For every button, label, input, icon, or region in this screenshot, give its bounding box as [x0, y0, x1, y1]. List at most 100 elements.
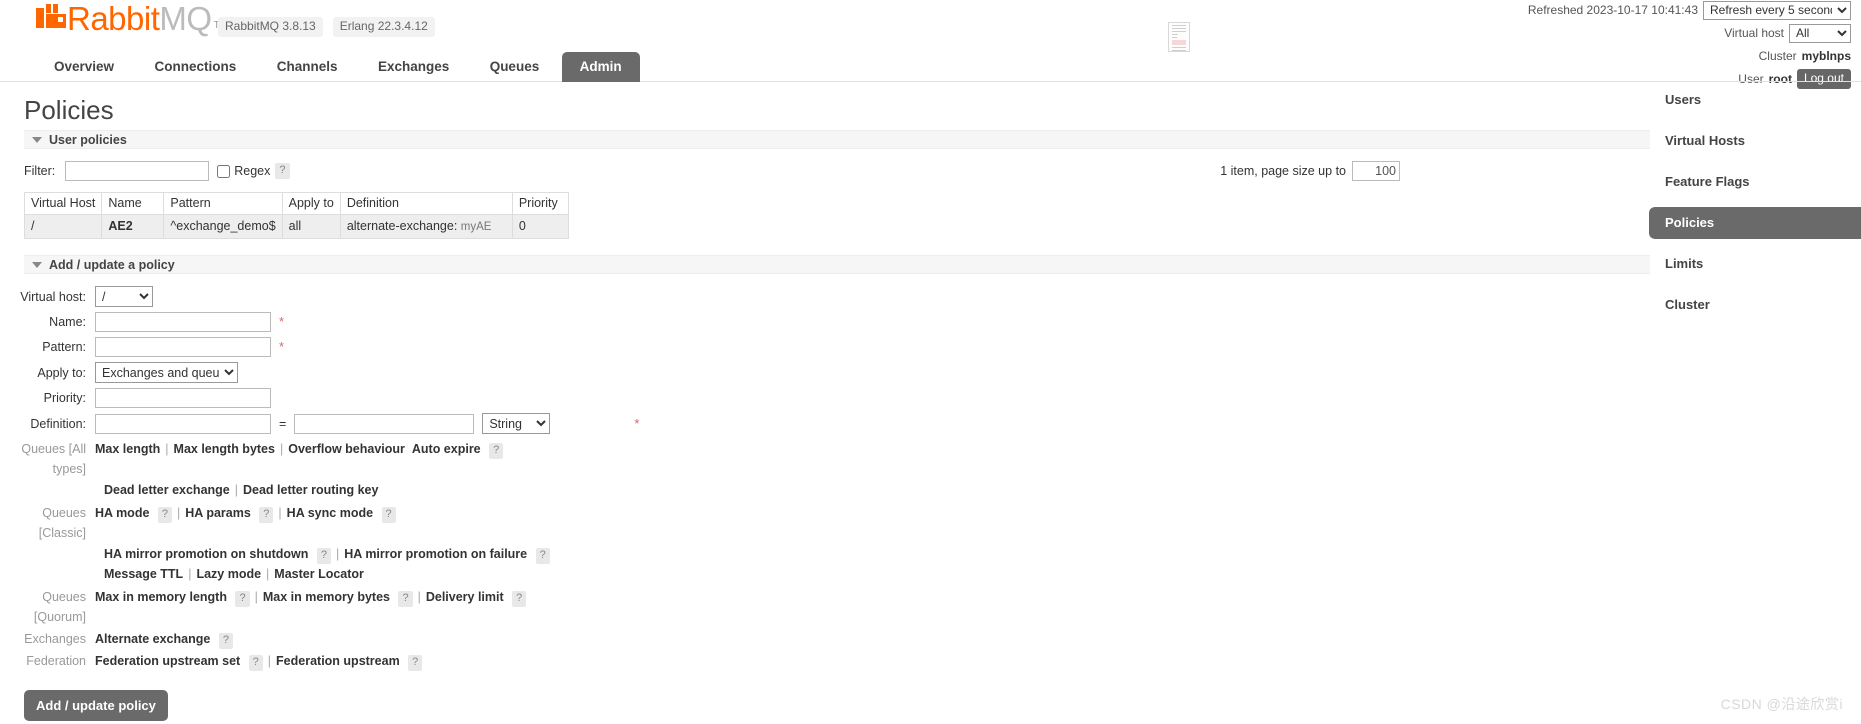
form-row-name: Name: *	[0, 312, 1650, 332]
sidebar-item-users[interactable]: Users	[1649, 84, 1861, 116]
link-lazy-mode[interactable]: Lazy mode	[196, 567, 261, 581]
link-max-length[interactable]: Max length	[95, 442, 160, 456]
tab-admin[interactable]: Admin	[561, 52, 640, 82]
link-dead-letter-routing-key[interactable]: Dead letter routing key	[243, 483, 378, 497]
sidebar-item-virtual-hosts[interactable]: Virtual Hosts	[1649, 125, 1861, 157]
admin-sidebar: Users Virtual Hosts Feature Flags Polici…	[1649, 84, 1861, 330]
definition-type-select[interactable]: String	[482, 413, 551, 434]
hint-category-federation: Federation	[26, 654, 86, 668]
add-update-policy-button[interactable]: Add / update policy	[24, 690, 168, 721]
pattern-label: Pattern:	[42, 340, 86, 354]
hint-category-queues-quorum: Queues [Quorum]	[33, 590, 86, 624]
col-definition[interactable]: Definition	[339, 192, 513, 215]
virtual-host-form-select[interactable]: /	[95, 286, 153, 307]
pattern-required-marker: *	[279, 339, 285, 354]
form-row-definition: Definition: = String *	[0, 413, 1650, 434]
ha-promotion-failure-help-icon[interactable]: ?	[535, 548, 550, 564]
sidebar-item-feature-flags[interactable]: Feature Flags	[1649, 166, 1861, 198]
tab-overview[interactable]: Overview	[36, 52, 132, 82]
link-overflow-behaviour[interactable]: Overflow behaviour	[288, 442, 405, 456]
hint-category-queues-classic: Queues [Classic]	[38, 506, 86, 540]
user-policies-section-header[interactable]: User policies	[24, 130, 1650, 149]
link-delivery-limit[interactable]: Delivery limit	[426, 590, 504, 604]
ha-sync-mode-help-icon[interactable]: ?	[381, 507, 396, 523]
link-alternate-exchange[interactable]: Alternate exchange	[95, 632, 210, 646]
federation-upstream-set-help-icon[interactable]: ?	[248, 655, 263, 671]
tab-exchanges[interactable]: Exchanges	[360, 52, 467, 82]
link-dead-letter-exchange[interactable]: Dead letter exchange	[104, 483, 230, 497]
hint-links-federation: Federation upstream set ? | Federation ups…	[95, 651, 423, 671]
delivery-limit-help-icon[interactable]: ?	[512, 591, 527, 607]
page-size-text: 1 item, page size up to	[1220, 164, 1346, 178]
table-header-row: Virtual Host Name Pattern Apply to Defin…	[23, 192, 569, 215]
col-apply-to[interactable]: Apply to	[281, 192, 341, 215]
link-federation-upstream[interactable]: Federation upstream	[276, 654, 400, 668]
filter-row: Filter: Regex ? 1 item, page size up to	[24, 160, 1650, 182]
apply-to-select[interactable]: Exchanges and queues	[95, 362, 238, 383]
hint-row-exchanges: Exchanges Alternate exchange ?	[0, 629, 1650, 649]
link-ha-mode[interactable]: HA mode	[95, 506, 149, 520]
filter-input[interactable]	[65, 161, 210, 181]
col-pattern[interactable]: Pattern	[163, 192, 283, 215]
add-policy-section-header[interactable]: Add / update a policy	[24, 255, 1650, 274]
table-row[interactable]: / AE2 ^exchange_demo$ all alternate-exch…	[23, 214, 569, 239]
ha-params-help-icon[interactable]: ?	[259, 507, 274, 523]
col-virtual-host[interactable]: Virtual Host	[23, 192, 103, 215]
hint-subrow-ha-promotion: HA mirror promotion on shutdown ? | HA mir…	[104, 544, 1650, 564]
tab-channels[interactable]: Channels	[259, 52, 356, 82]
alternate-exchange-help-icon[interactable]: ?	[218, 633, 233, 649]
tab-connections[interactable]: Connections	[137, 52, 255, 82]
sidebar-item-limits[interactable]: Limits	[1649, 248, 1861, 280]
link-max-in-memory-bytes[interactable]: Max in memory bytes	[263, 590, 390, 604]
rabbitmq-logo[interactable]: RabbitMQ TM	[36, 2, 228, 35]
watermark-text: CSDN @沿途欣赏i	[1720, 696, 1843, 712]
col-priority[interactable]: Priority	[511, 192, 569, 215]
link-max-in-memory-length[interactable]: Max in memory length	[95, 590, 227, 604]
virtual-host-select[interactable]: All	[1789, 23, 1851, 43]
refresh-interval-select[interactable]: Refresh every 5 seconds	[1703, 0, 1851, 20]
link-federation-upstream-set[interactable]: Federation upstream set	[95, 654, 240, 668]
link-ha-sync-mode[interactable]: HA sync mode	[287, 506, 373, 520]
col-name[interactable]: Name	[101, 192, 165, 215]
cell-name[interactable]: AE2	[101, 214, 165, 239]
pattern-input[interactable]	[95, 337, 271, 357]
main-nav-tabs: Overview Connections Channels Exchanges …	[0, 52, 1861, 82]
link-max-length-bytes[interactable]: Max length bytes	[174, 442, 275, 456]
priority-label: Priority:	[43, 391, 86, 405]
page-size-input[interactable]	[1352, 161, 1400, 181]
link-message-ttl[interactable]: Message TTL	[104, 567, 183, 581]
tab-queues[interactable]: Queues	[472, 52, 558, 82]
cell-apply-to: all	[281, 214, 341, 239]
auto-expire-help-icon[interactable]: ?	[489, 443, 504, 459]
sidebar-item-policies[interactable]: Policies	[1649, 207, 1861, 239]
definition-value-input[interactable]	[294, 413, 475, 434]
max-in-memory-length-help-icon[interactable]: ?	[235, 591, 250, 607]
regex-checkbox[interactable]	[217, 164, 231, 178]
federation-upstream-help-icon[interactable]: ?	[408, 655, 423, 671]
definition-equals-sign: =	[279, 416, 287, 431]
link-master-locator[interactable]: Master Locator	[274, 567, 364, 581]
hint-links-queues-all: Max length | Max length bytes | Overflow beh…	[95, 439, 504, 459]
name-required-marker: *	[279, 314, 285, 329]
link-ha-mirror-promotion-failure[interactable]: HA mirror promotion on failure	[344, 547, 527, 561]
rabbit-logo-icon	[36, 4, 66, 32]
link-ha-mirror-promotion-shutdown[interactable]: HA mirror promotion on shutdown	[104, 547, 308, 561]
collapse-caret-icon[interactable]	[32, 136, 42, 143]
priority-input[interactable]	[95, 388, 271, 408]
regex-checkbox-wrap[interactable]: Regex	[217, 164, 270, 178]
ha-mode-help-icon[interactable]: ?	[157, 507, 173, 523]
hint-links-queues-quorum: Max in memory length ? | Max in memory byt…	[95, 587, 527, 607]
virtual-host-row: Virtual host All	[1528, 23, 1851, 43]
ha-promotion-shutdown-help-icon[interactable]: ?	[316, 548, 331, 564]
link-auto-expire[interactable]: Auto expire	[412, 442, 481, 456]
regex-help-icon[interactable]: ?	[275, 163, 290, 179]
form-row-apply-to: Apply to: Exchanges and queues	[0, 362, 1650, 383]
name-label: Name:	[49, 315, 86, 329]
definition-key-input[interactable]	[95, 413, 271, 434]
link-ha-params[interactable]: HA params	[185, 506, 251, 520]
user-policies-section-title: User policies	[49, 132, 127, 147]
sidebar-item-cluster[interactable]: Cluster	[1649, 289, 1861, 321]
name-input[interactable]	[95, 312, 271, 332]
collapse-caret-icon[interactable]	[32, 261, 42, 268]
max-in-memory-bytes-help-icon[interactable]: ?	[398, 591, 413, 607]
